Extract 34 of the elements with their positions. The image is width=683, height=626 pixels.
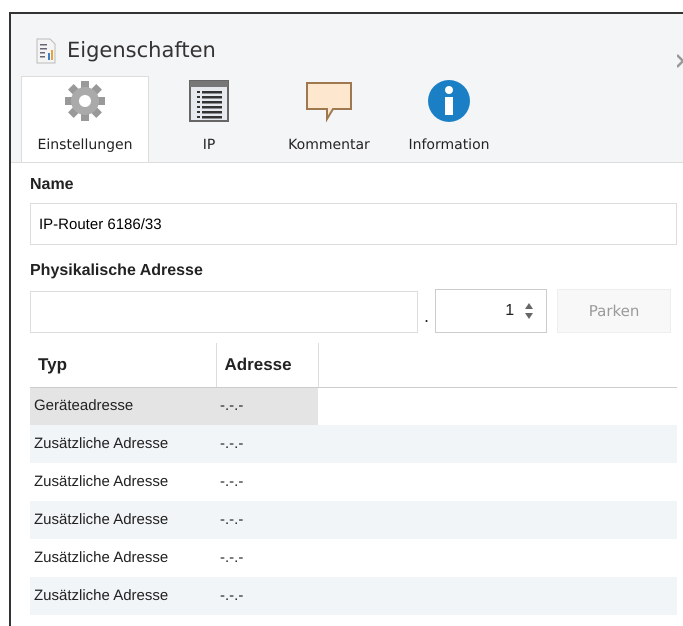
table-cell: Zusätzliche Adresse: [30, 425, 216, 463]
table-row[interactable]: Zusätzliche Adresse -.-.-: [30, 539, 677, 577]
panel-title: Eigenschaften: [67, 37, 216, 64]
name-field[interactable]: IP-Router 6186/33: [30, 203, 677, 245]
gear-icon: [63, 79, 107, 123]
tab[interactable]: Kommentar: [269, 76, 389, 162]
field-label: Name: [30, 175, 75, 195]
chevron-right-icon[interactable]: [677, 54, 683, 68]
table-cell: Geräteadresse: [30, 387, 216, 425]
table-cell: -.-.-: [216, 387, 318, 425]
number-spinner[interactable]: 1: [435, 289, 548, 333]
table-cell: -.-.-: [216, 577, 318, 615]
info-icon: [427, 79, 471, 123]
table-cell: Zusätzliche Adresse: [30, 577, 216, 615]
table-cell: -.-.-: [216, 425, 318, 463]
field-label: Physikalische Adresse: [30, 261, 204, 281]
column-header[interactable]: Typ: [30, 343, 216, 387]
table-cell: Zusätzliche Adresse: [30, 463, 216, 501]
tab[interactable]: IP: [149, 76, 269, 162]
table-cell: -.-.-: [216, 463, 318, 501]
table-cell: Zusätzliche Adresse: [30, 539, 216, 577]
table-cell: Zusätzliche Adresse: [30, 501, 216, 539]
list-window-icon: [189, 79, 229, 123]
separator-text: .: [424, 306, 430, 328]
tab[interactable]: Information: [389, 76, 509, 162]
spinner-arrows-icon[interactable]: [524, 301, 534, 321]
tab[interactable]: Einstellungen: [21, 76, 149, 162]
table-row[interactable]: Geräteadresse -.-.-: [30, 387, 677, 425]
column-header[interactable]: Adresse: [216, 343, 318, 387]
table-cell: -.-.-: [216, 501, 318, 539]
table-cell: -.-.-: [216, 539, 318, 577]
speech-bubble-icon: [305, 79, 353, 123]
document-chart-icon: [35, 38, 57, 64]
table-row[interactable]: Zusätzliche Adresse -.-.-: [30, 463, 677, 501]
